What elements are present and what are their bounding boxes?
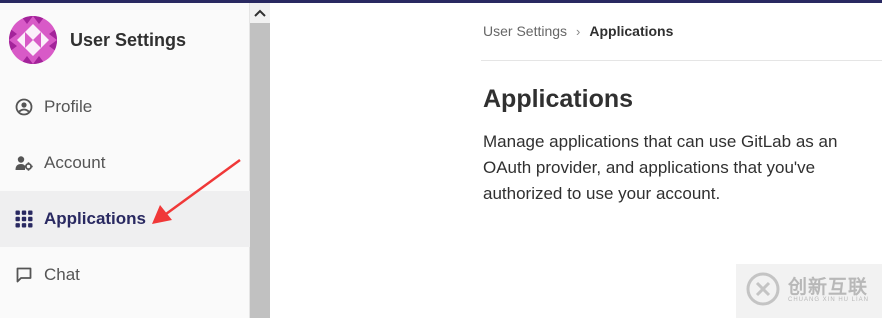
watermark: 创新互联 CHUANG XIN HU LIAN — [736, 264, 882, 318]
watermark-subtitle: CHUANG XIN HU LIAN — [788, 297, 870, 303]
watermark-title: 创新互联 — [788, 277, 869, 298]
brand-logo-icon — [746, 272, 780, 306]
